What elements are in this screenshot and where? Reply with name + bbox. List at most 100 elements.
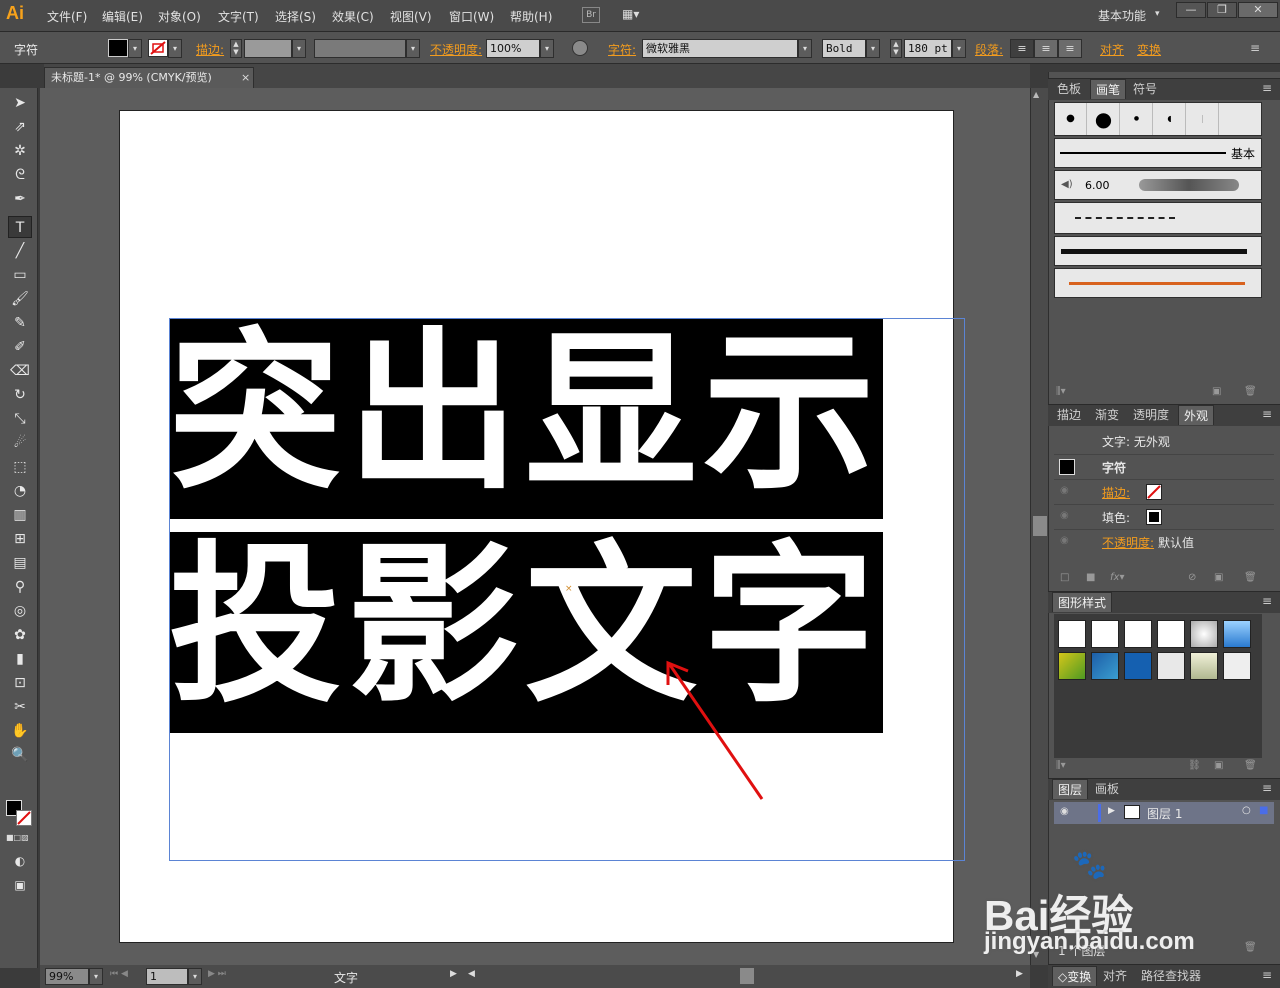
- brush-tip-small-icon[interactable]: ●: [1055, 103, 1087, 135]
- tab-stroke[interactable]: 描边: [1052, 405, 1086, 425]
- menu-file[interactable]: 文件(F): [47, 8, 87, 25]
- appearance-row-fill[interactable]: ◉ 填色:: [1054, 504, 1274, 528]
- tab-swatches[interactable]: 色板: [1052, 79, 1086, 99]
- style-camo-pattern[interactable]: [1091, 652, 1119, 680]
- delete-layer-icon[interactable]: 🗑: [1244, 942, 1257, 953]
- tab-brushes[interactable]: 画笔: [1090, 79, 1127, 99]
- symbol-sprayer-tool-icon[interactable]: ✿: [8, 624, 32, 646]
- panel-menu-icon[interactable]: ≡: [1262, 81, 1272, 95]
- style-outline-box[interactable]: [1157, 652, 1185, 680]
- brush-tip-large-icon[interactable]: ●: [1088, 103, 1120, 135]
- style-no-fill[interactable]: [1157, 620, 1185, 648]
- rectangle-tool-icon[interactable]: ▭: [8, 264, 32, 286]
- tab-transparency[interactable]: 透明度: [1128, 405, 1174, 425]
- align-right-icon[interactable]: ≡: [1058, 39, 1082, 58]
- fill-dropdown[interactable]: ▾: [128, 39, 142, 58]
- stroke-label[interactable]: 描边:: [196, 41, 224, 58]
- artboard-number-field[interactable]: 1: [146, 968, 188, 985]
- control-bar-menu-icon[interactable]: ≡: [1250, 41, 1260, 55]
- menu-window[interactable]: 窗口(W): [449, 8, 494, 25]
- slice-tool-icon[interactable]: ✂: [8, 696, 32, 718]
- close-window-button[interactable]: ✕: [1238, 2, 1278, 18]
- style-blue-gradient[interactable]: [1223, 620, 1251, 648]
- tab-layers[interactable]: 图层: [1052, 779, 1089, 799]
- font-size-field[interactable]: 180 pt: [904, 39, 952, 58]
- tab-artboards[interactable]: 画板: [1090, 779, 1124, 799]
- brush-tip-thin-icon[interactable]: |: [1187, 103, 1219, 135]
- gradient-tool-icon[interactable]: ▤: [8, 552, 32, 574]
- recolor-artwork-icon[interactable]: [572, 40, 588, 56]
- tab-symbols[interactable]: 符号: [1128, 79, 1162, 99]
- menu-select[interactable]: 选择(S): [275, 8, 316, 25]
- zoom-tool-icon[interactable]: 🔍: [8, 744, 32, 766]
- profile-dropdown[interactable]: ▾: [406, 39, 420, 58]
- font-family-dropdown[interactable]: ▾: [798, 39, 812, 58]
- shape-builder-tool-icon[interactable]: ◔: [8, 480, 32, 502]
- transform-panel-link[interactable]: 变换: [1137, 41, 1161, 58]
- visibility-eye-icon[interactable]: ◉: [1060, 806, 1069, 817]
- stroke-weight-field[interactable]: [244, 39, 292, 58]
- vertical-scrollbar[interactable]: ▲ ▼: [1030, 88, 1048, 965]
- style-solid-blue[interactable]: [1124, 652, 1152, 680]
- style-default[interactable]: [1058, 620, 1086, 648]
- rotate-tool-icon[interactable]: ↻: [8, 384, 32, 406]
- scroll-up-icon[interactable]: ▲: [1033, 90, 1039, 99]
- paintbrush-tool-icon[interactable]: 🖌: [8, 288, 32, 310]
- opacity-field[interactable]: 100%: [486, 39, 540, 58]
- add-fill-icon[interactable]: ■: [1086, 572, 1095, 583]
- workspace-switcher[interactable]: 基本功能: [1098, 7, 1146, 24]
- artboard-tool-icon[interactable]: ⊡: [8, 672, 32, 694]
- vertical-scroll-thumb[interactable]: [1033, 516, 1047, 536]
- pen-tool-icon[interactable]: ✒: [8, 188, 32, 210]
- minimize-button[interactable]: —: [1176, 2, 1206, 18]
- tab-align[interactable]: 对齐: [1098, 966, 1132, 986]
- panel-menu-icon[interactable]: ≡: [1262, 594, 1272, 608]
- opacity-row-label[interactable]: 不透明度:: [1102, 534, 1154, 551]
- selection-square-icon[interactable]: ■: [1259, 805, 1268, 816]
- hand-tool-icon[interactable]: ✋: [8, 720, 32, 742]
- font-style-dropdown[interactable]: ▾: [866, 39, 880, 58]
- line-tool-icon[interactable]: ╱: [8, 240, 32, 262]
- menu-effect[interactable]: 效果(C): [332, 8, 374, 25]
- eyedropper-tool-icon[interactable]: ⚲: [8, 576, 32, 598]
- character-label[interactable]: 字符:: [608, 41, 636, 58]
- arrange-documents-icon[interactable]: ▦▾: [622, 7, 650, 23]
- menu-help[interactable]: 帮助(H): [510, 8, 552, 25]
- visibility-eye-icon[interactable]: ◉: [1060, 535, 1069, 546]
- style-default-cmyk[interactable]: [1091, 620, 1119, 648]
- eraser-tool-icon[interactable]: ⌫: [8, 360, 32, 382]
- zoom-field[interactable]: 99%: [45, 968, 89, 985]
- column-graph-tool-icon[interactable]: ▮: [8, 648, 32, 670]
- menu-view[interactable]: 视图(V): [390, 8, 432, 25]
- tab-transform[interactable]: ◇变换: [1052, 966, 1098, 986]
- stroke-swatch[interactable]: [148, 39, 168, 57]
- paragraph-label[interactable]: 段落:: [975, 41, 1003, 58]
- style-basic-text[interactable]: [1124, 620, 1152, 648]
- scroll-right-icon[interactable]: ▶: [1016, 969, 1023, 979]
- brush-decorative[interactable]: [1054, 268, 1262, 298]
- stroke-none-swatch[interactable]: [1146, 484, 1162, 500]
- expand-triangle-icon[interactable]: ▶: [1108, 806, 1115, 816]
- break-link-icon[interactable]: ⛓: [1188, 760, 1201, 771]
- color-mode-icons[interactable]: ■□▨: [6, 833, 32, 842]
- delete-item-icon[interactable]: 🗑: [1244, 572, 1257, 583]
- menu-type[interactable]: 文字(T): [218, 8, 259, 25]
- font-family-field[interactable]: 微软雅黑: [642, 39, 798, 58]
- delete-style-icon[interactable]: 🗑: [1244, 760, 1257, 771]
- appearance-row-opacity[interactable]: ◉ 不透明度: 默认值: [1054, 529, 1274, 553]
- align-panel-link[interactable]: 对齐: [1100, 41, 1124, 58]
- type-tool-icon[interactable]: T: [8, 216, 32, 238]
- clear-appearance-icon[interactable]: ⊘: [1188, 572, 1196, 583]
- document-tab[interactable]: 未标题-1* @ 99% (CMYK/预览) ×: [44, 67, 254, 88]
- opacity-label[interactable]: 不透明度:: [430, 41, 482, 58]
- horizontal-scroll-thumb[interactable]: [740, 968, 754, 984]
- bridge-button[interactable]: Br: [582, 7, 600, 23]
- duplicate-item-icon[interactable]: ▣: [1214, 572, 1223, 583]
- style-light-gray[interactable]: [1223, 652, 1251, 680]
- appearance-row-stroke[interactable]: ◉ 描边:: [1054, 479, 1274, 503]
- perspective-grid-tool-icon[interactable]: ▥: [8, 504, 32, 526]
- draw-mode-icon[interactable]: ◐: [8, 850, 32, 872]
- panel-menu-icon[interactable]: ≡: [1262, 407, 1272, 421]
- font-size-dropdown[interactable]: ▾: [952, 39, 966, 58]
- add-stroke-icon[interactable]: □: [1060, 572, 1069, 583]
